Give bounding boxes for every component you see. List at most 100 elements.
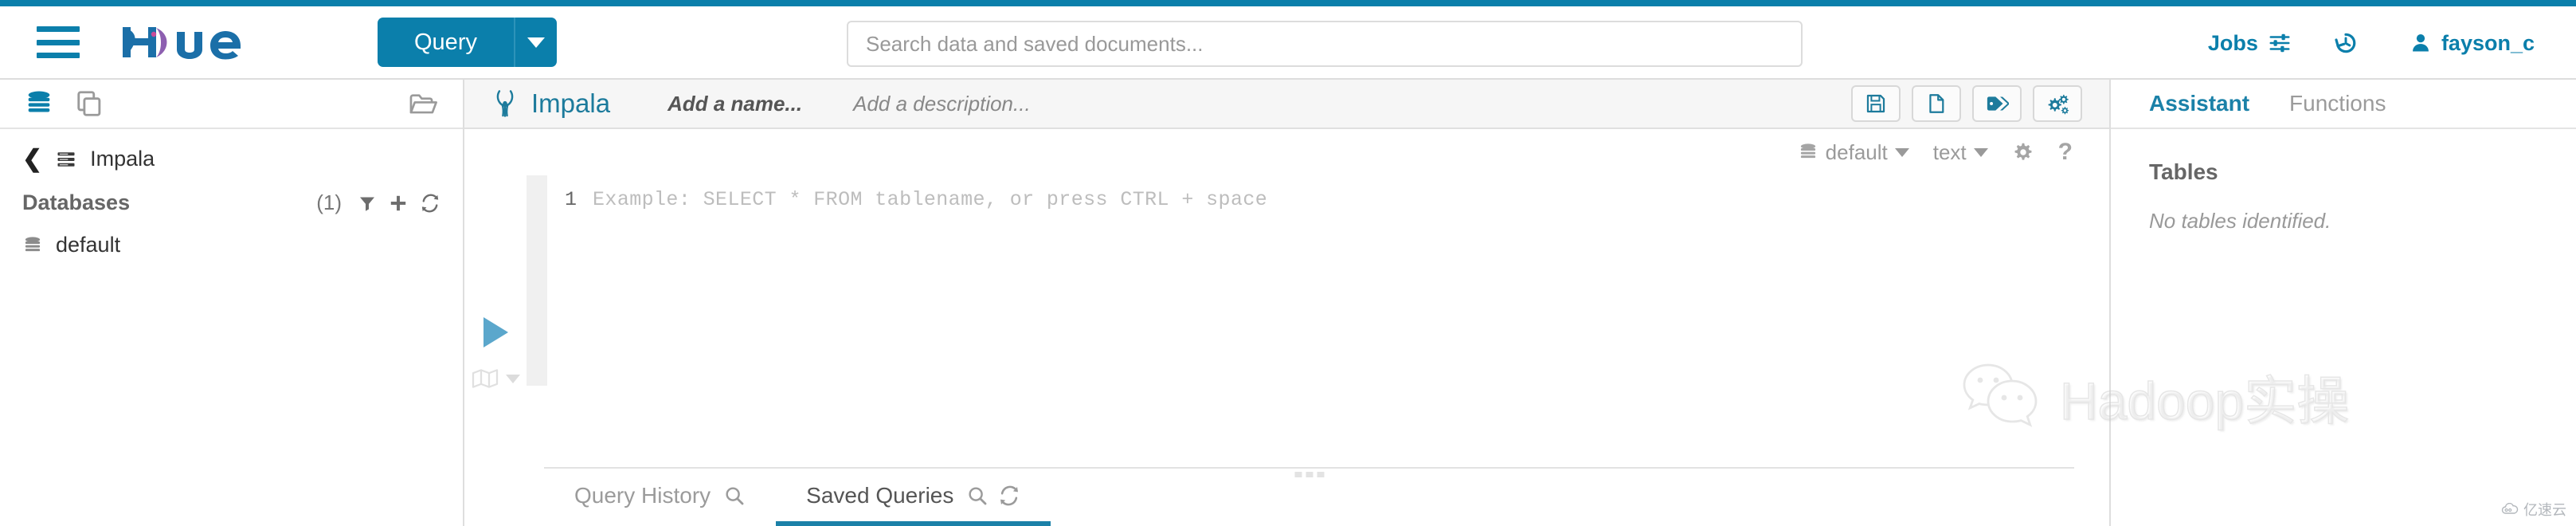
hamburger-bar: [37, 26, 80, 32]
chart-type-toggle[interactable]: [471, 367, 520, 391]
editor-column: Impala Add a name... Add a description..…: [464, 80, 2111, 526]
plus-icon[interactable]: [388, 193, 409, 214]
database-selector[interactable]: default: [1798, 140, 1909, 165]
chevron-left-icon[interactable]: ❮: [22, 147, 42, 171]
hue-logo[interactable]: [121, 21, 272, 64]
documents-icon[interactable]: [75, 88, 105, 119]
query-description-input[interactable]: Add a description...: [853, 92, 1031, 116]
sidebar-body: ❮ Impala Databases (1) default: [0, 129, 463, 257]
impala-app-title[interactable]: Impala: [491, 88, 610, 120]
tab-label: Saved Queries: [806, 483, 954, 508]
chevron-down-icon: [1973, 147, 1988, 157]
filter-icon[interactable]: [358, 194, 377, 213]
editor-body: 1 Example: SELECT * FROM tablename, or p…: [464, 175, 2109, 467]
map-chart-icon: [472, 369, 499, 388]
sliders-icon: [2269, 33, 2290, 53]
tab-label: Query History: [574, 483, 711, 508]
database-icon[interactable]: [24, 88, 54, 119]
assistant-tab-bar: Assistant Functions: [2111, 80, 2576, 129]
chevron-down-icon: [527, 37, 545, 48]
history-icon: [2335, 33, 2356, 53]
query-dropdown-toggle[interactable]: [513, 18, 557, 67]
tab-functions[interactable]: Functions: [2289, 91, 2386, 116]
refresh-icon[interactable]: [420, 193, 440, 214]
editor-header-actions: [1851, 85, 2082, 122]
search-input[interactable]: [847, 21, 1803, 67]
refresh-icon[interactable]: [998, 485, 1020, 507]
editor-line-gutter: [527, 175, 547, 386]
line-number: 1: [565, 188, 577, 211]
new-document-icon: [1929, 94, 1944, 113]
databases-actions: (1): [316, 190, 440, 215]
search-icon[interactable]: [966, 485, 989, 507]
global-navbar: Query Jobs: [0, 6, 2576, 80]
sidebar-header: [0, 80, 463, 129]
breadcrumb[interactable]: ❮ Impala: [22, 147, 440, 171]
main-layout: ❮ Impala Databases (1) default Impala Ad…: [0, 80, 2576, 526]
save-icon: [1866, 94, 1885, 113]
editor-settings-button[interactable]: [2012, 141, 2034, 163]
global-search[interactable]: [847, 21, 1803, 67]
left-sidebar: ❮ Impala Databases (1) default: [0, 80, 464, 526]
assistant-body: Tables No tables identified.: [2111, 129, 2576, 264]
database-list-item-default[interactable]: default: [22, 233, 440, 257]
chevron-down-icon: [506, 374, 520, 383]
impala-logo-icon: [496, 90, 514, 117]
gear-icon: [2014, 143, 2032, 160]
navbar-right-group: Jobs fayson_c: [2167, 6, 2535, 80]
hamburger-bar: [37, 39, 80, 45]
user-icon: [2413, 34, 2429, 52]
drag-handle-dots-icon: [1294, 472, 1324, 477]
new-document-button[interactable]: [1912, 85, 1961, 122]
tables-empty-message: No tables identified.: [2149, 209, 2331, 233]
tab-icons: [966, 485, 1020, 507]
hamburger-menu-icon[interactable]: [37, 26, 80, 58]
hamburger-bar: [37, 53, 80, 58]
editor-gutter-actions: [464, 175, 527, 467]
query-button[interactable]: Query: [378, 18, 514, 67]
save-button[interactable]: [1851, 85, 1901, 122]
query-name-input[interactable]: Add a name...: [667, 92, 802, 116]
history-nav-item[interactable]: [2333, 30, 2368, 56]
code-editor[interactable]: 1 Example: SELECT * FROM tablename, or p…: [547, 175, 2109, 467]
code-line: 1 Example: SELECT * FROM tablename, or p…: [565, 188, 2109, 211]
user-nav-item[interactable]: fayson_c: [2410, 31, 2535, 56]
databases-count: (1): [316, 190, 342, 214]
tab-saved-queries[interactable]: Saved Queries: [776, 483, 1051, 526]
sidebar-header-icons: [24, 88, 105, 119]
editor-help-button[interactable]: ?: [2058, 139, 2073, 166]
editor-header: Impala Add a name... Add a description..…: [464, 80, 2109, 129]
result-format-selector[interactable]: text: [1933, 140, 1988, 165]
run-query-button[interactable]: [483, 317, 508, 347]
database-icon: [25, 236, 41, 251]
tab-icons: [723, 485, 746, 507]
settings-button[interactable]: [2033, 85, 2082, 122]
jobs-nav-item[interactable]: Jobs: [2208, 31, 2292, 56]
tables-section-title: Tables: [2149, 159, 2218, 184]
result-format-label: text: [1932, 139, 1967, 164]
chevron-down-icon: [1894, 147, 1909, 157]
settings-gears-icon: [2048, 94, 2069, 115]
editor-subtoolbar: default text ?: [464, 129, 2109, 175]
database-name: default: [56, 233, 121, 257]
right-assistant-panel: Assistant Functions Tables No tables ide…: [2111, 80, 2576, 526]
tab-query-history[interactable]: Query History: [544, 483, 776, 526]
databases-label: Databases: [22, 190, 131, 214]
database-selector-label: default: [1825, 139, 1888, 164]
databases-section-header: Databases (1): [22, 190, 440, 215]
tab-assistant[interactable]: Assistant: [2149, 91, 2249, 116]
breadcrumb-label: Impala: [90, 147, 155, 171]
open-folder-icon[interactable]: [407, 88, 439, 119]
tags-button[interactable]: [1972, 85, 2022, 122]
bottom-tab-bar: Query History Saved Queries: [464, 469, 2109, 526]
editor-resize-handle[interactable]: [544, 467, 2074, 477]
query-button-group[interactable]: Query: [378, 18, 557, 67]
app-name-label: Impala: [531, 88, 611, 118]
code-placeholder: Example: SELECT * FROM tablename, or pre…: [593, 188, 1268, 211]
jobs-label: Jobs: [2207, 30, 2258, 55]
username-label: fayson_c: [2441, 30, 2535, 55]
database-icon: [1800, 143, 1815, 159]
search-icon[interactable]: [723, 485, 746, 507]
server-icon: [57, 151, 75, 167]
top-accent-strip: [0, 0, 2576, 6]
